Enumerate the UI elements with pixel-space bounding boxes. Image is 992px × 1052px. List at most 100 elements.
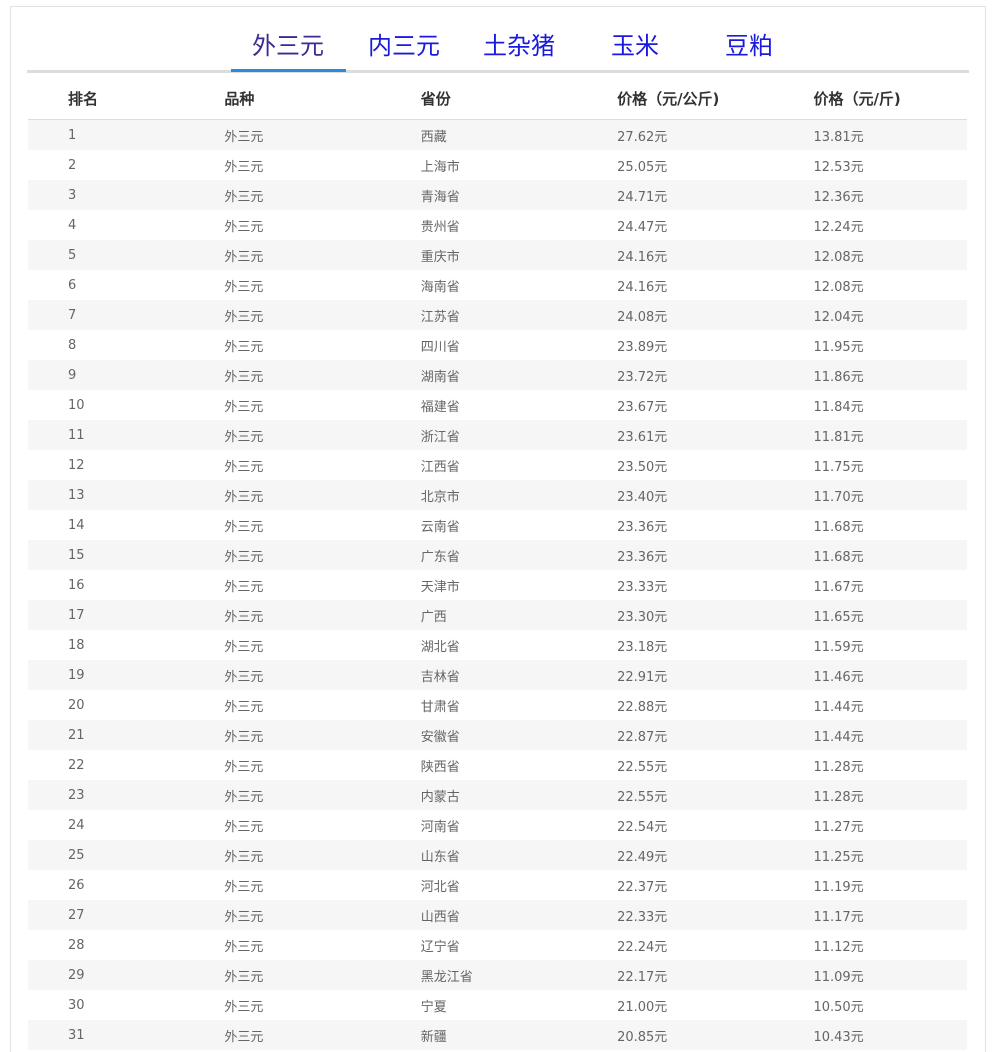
cell-variety: 外三元 xyxy=(224,960,421,990)
table-row: 22 外三元 陕西省 22.55元 11.28元 xyxy=(28,750,967,780)
cell-province: 广西 xyxy=(420,600,618,630)
table-row: 31 外三元 新疆 20.85元 10.43元 xyxy=(28,1020,967,1050)
header-province: 省份 xyxy=(420,77,618,120)
cell-rank: 27 xyxy=(28,900,225,930)
table-row: 30 外三元 宁夏 21.00元 10.50元 xyxy=(28,990,967,1020)
cell-price-jin: 10.50元 xyxy=(813,999,864,1015)
tab-nei-san-yuan[interactable]: 内三元 xyxy=(343,30,465,70)
cell-variety: 外三元 xyxy=(224,480,421,510)
cell-price-kg: 24.16元 xyxy=(617,279,668,295)
table-row: 28 外三元 辽宁省 22.24元 11.12元 xyxy=(28,930,967,960)
tab-yu-mi[interactable]: 玉米 xyxy=(574,30,696,70)
cell-rank: 29 xyxy=(28,960,225,990)
cell-price-jin: 11.12元 xyxy=(813,939,864,955)
cell-province: 海南省 xyxy=(420,279,460,295)
cell-price-kg: 24.16元 xyxy=(617,240,814,270)
cell-price-kg: 22.88元 xyxy=(617,699,668,715)
cell-province: 广东省 xyxy=(420,540,618,570)
cell-province: 青海省 xyxy=(420,180,618,210)
cell-variety: 外三元 xyxy=(224,360,421,390)
cell-variety: 外三元 xyxy=(224,159,264,175)
table-row: 7 外三元 江苏省 24.08元 12.04元 xyxy=(28,300,967,330)
table-row: 29 外三元 黑龙江省 22.17元 11.09元 xyxy=(28,960,967,990)
cell-province: 山西省 xyxy=(420,900,618,930)
cell-price-jin: 11.44元 xyxy=(813,699,864,715)
cell-rank: 4 xyxy=(68,217,77,233)
cell-price-kg: 23.33元 xyxy=(617,579,668,595)
table-row: 25 外三元 山东省 22.49元 11.25元 xyxy=(28,840,967,870)
cell-price-kg: 21.00元 xyxy=(617,999,668,1015)
cell-variety: 外三元 xyxy=(224,119,421,150)
cell-province: 湖南省 xyxy=(420,360,618,390)
table-body: 1 外三元 西藏 27.62元 13.81元 2 外三元 上海市 25.05元 12.53元 3 外三… xyxy=(28,119,967,1050)
cell-variety: 外三元 xyxy=(224,540,421,570)
cell-province: 黑龙江省 xyxy=(420,960,618,990)
cell-province: 湖北省 xyxy=(420,639,460,655)
cell-price-jin: 11.70元 xyxy=(813,480,967,510)
cell-price-jin: 10.43元 xyxy=(813,1020,967,1050)
cell-rank: 10 xyxy=(68,397,85,413)
tab-tu-za-zhu[interactable]: 土杂猪 xyxy=(458,30,580,70)
cell-rank: 3 xyxy=(28,180,225,210)
table-row: 3 外三元 青海省 24.71元 12.36元 xyxy=(28,180,967,210)
cell-province: 辽宁省 xyxy=(420,939,460,955)
table-row: 19 外三元 吉林省 22.91元 11.46元 xyxy=(28,660,967,690)
cell-price-jin: 13.81元 xyxy=(813,119,967,150)
cell-province: 吉林省 xyxy=(420,660,618,690)
cell-rank: 9 xyxy=(28,360,225,390)
cell-variety: 外三元 xyxy=(224,819,264,835)
cell-variety: 外三元 xyxy=(224,240,421,270)
cell-price-jin: 11.44元 xyxy=(813,720,967,750)
cell-rank: 2 xyxy=(68,157,77,173)
table-row: 18 外三元 湖北省 23.18元 11.59元 xyxy=(28,630,967,660)
cell-price-kg: 25.05元 xyxy=(617,159,668,175)
cell-price-jin: 11.65元 xyxy=(813,600,967,630)
cell-price-kg: 23.36元 xyxy=(617,519,668,535)
active-tab-indicator xyxy=(231,69,346,72)
header-rank: 排名 xyxy=(28,77,225,120)
cell-variety: 外三元 xyxy=(224,420,421,450)
cell-province: 陕西省 xyxy=(420,759,460,775)
cell-price-kg: 23.89元 xyxy=(617,339,668,355)
table-header-row: 排名 品种 省份 价格（元/公斤) 价格（元/斤) xyxy=(28,77,967,120)
cell-price-jin: 11.75元 xyxy=(813,459,864,475)
cell-rank: 26 xyxy=(68,877,85,893)
cell-variety: 外三元 xyxy=(224,999,264,1015)
table-row: 20 外三元 甘肃省 22.88元 11.44元 xyxy=(28,690,967,720)
table-row: 27 外三元 山西省 22.33元 11.17元 xyxy=(28,900,967,930)
cell-province: 贵州省 xyxy=(420,219,460,235)
tab-dou-po[interactable]: 豆粕 xyxy=(688,30,810,70)
cell-province: 山东省 xyxy=(420,840,618,870)
tab-wai-san-yuan[interactable]: 外三元 xyxy=(227,30,349,70)
cell-price-jin: 11.19元 xyxy=(813,879,864,895)
cell-price-kg: 23.72元 xyxy=(617,360,814,390)
cell-rank: 30 xyxy=(68,997,85,1013)
cell-price-kg: 22.24元 xyxy=(617,939,668,955)
cell-price-kg: 23.30元 xyxy=(617,600,814,630)
table-row: 13 外三元 北京市 23.40元 11.70元 xyxy=(28,480,967,510)
cell-rank: 15 xyxy=(28,540,225,570)
cell-rank: 18 xyxy=(68,637,85,653)
cell-variety: 外三元 xyxy=(224,519,264,535)
cell-price-kg: 23.61元 xyxy=(617,420,814,450)
cell-price-jin: 12.08元 xyxy=(813,279,864,295)
cell-rank: 23 xyxy=(28,780,225,810)
cell-price-jin: 12.36元 xyxy=(813,180,967,210)
cell-variety: 外三元 xyxy=(224,720,421,750)
cell-price-kg: 22.55元 xyxy=(617,759,668,775)
cell-rank: 20 xyxy=(68,697,85,713)
cell-province: 江西省 xyxy=(420,459,460,475)
table-row: 9 外三元 湖南省 23.72元 11.86元 xyxy=(28,360,967,390)
cell-variety: 外三元 xyxy=(224,1020,421,1050)
cell-price-kg: 20.85元 xyxy=(617,1020,814,1050)
cell-rank: 12 xyxy=(68,457,85,473)
cell-province: 西藏 xyxy=(420,119,618,150)
cell-rank: 8 xyxy=(68,337,77,353)
cell-price-kg: 23.50元 xyxy=(617,459,668,475)
cell-rank: 13 xyxy=(28,480,225,510)
cell-price-kg: 23.67元 xyxy=(617,399,668,415)
header-price-kg: 价格（元/公斤) xyxy=(617,77,814,120)
cell-rank: 24 xyxy=(68,817,85,833)
cell-variety: 外三元 xyxy=(224,579,264,595)
cell-variety: 外三元 xyxy=(224,219,264,235)
